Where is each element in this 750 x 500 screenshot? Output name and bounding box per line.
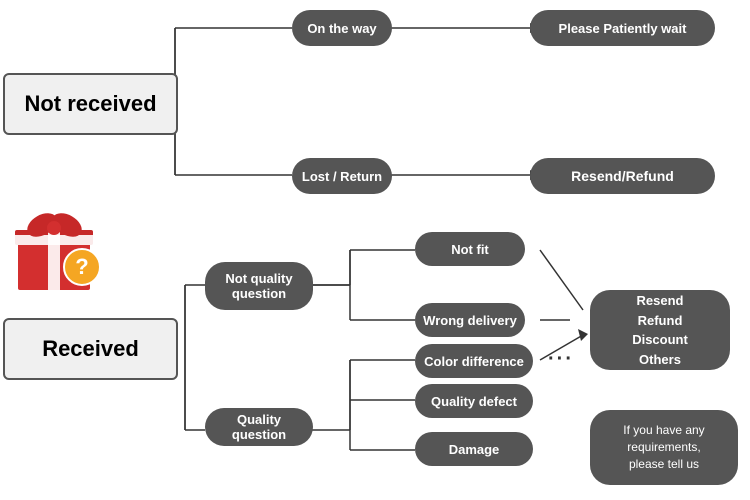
on-the-way-node: On the way bbox=[292, 10, 392, 46]
dots-separator: ··· bbox=[548, 348, 574, 371]
not-received-node: Not received bbox=[3, 73, 178, 135]
please-wait-node: Please Patiently wait bbox=[530, 10, 715, 46]
diagram: Not received On the way Please Patiently… bbox=[0, 0, 750, 500]
not-fit-node: Not fit bbox=[415, 232, 525, 266]
damage-node: Damage bbox=[415, 432, 533, 466]
wrong-delivery-node: Wrong delivery bbox=[415, 303, 525, 337]
requirements-node: If you have any requirements, please tel… bbox=[590, 410, 738, 485]
gift-box-icon: ? bbox=[10, 195, 110, 295]
lost-return-node: Lost / Return bbox=[292, 158, 392, 194]
resend-options-node: Resend Refund Discount Others bbox=[590, 290, 730, 370]
resend-refund-node: Resend/Refund bbox=[530, 158, 715, 194]
color-diff-node: Color difference bbox=[415, 344, 533, 378]
svg-text:?: ? bbox=[75, 254, 88, 279]
not-quality-node: Not quality question bbox=[205, 262, 313, 310]
quality-defect-node: Quality defect bbox=[415, 384, 533, 418]
quality-question-node: Quality question bbox=[205, 408, 313, 446]
received-node: Received bbox=[3, 318, 178, 380]
